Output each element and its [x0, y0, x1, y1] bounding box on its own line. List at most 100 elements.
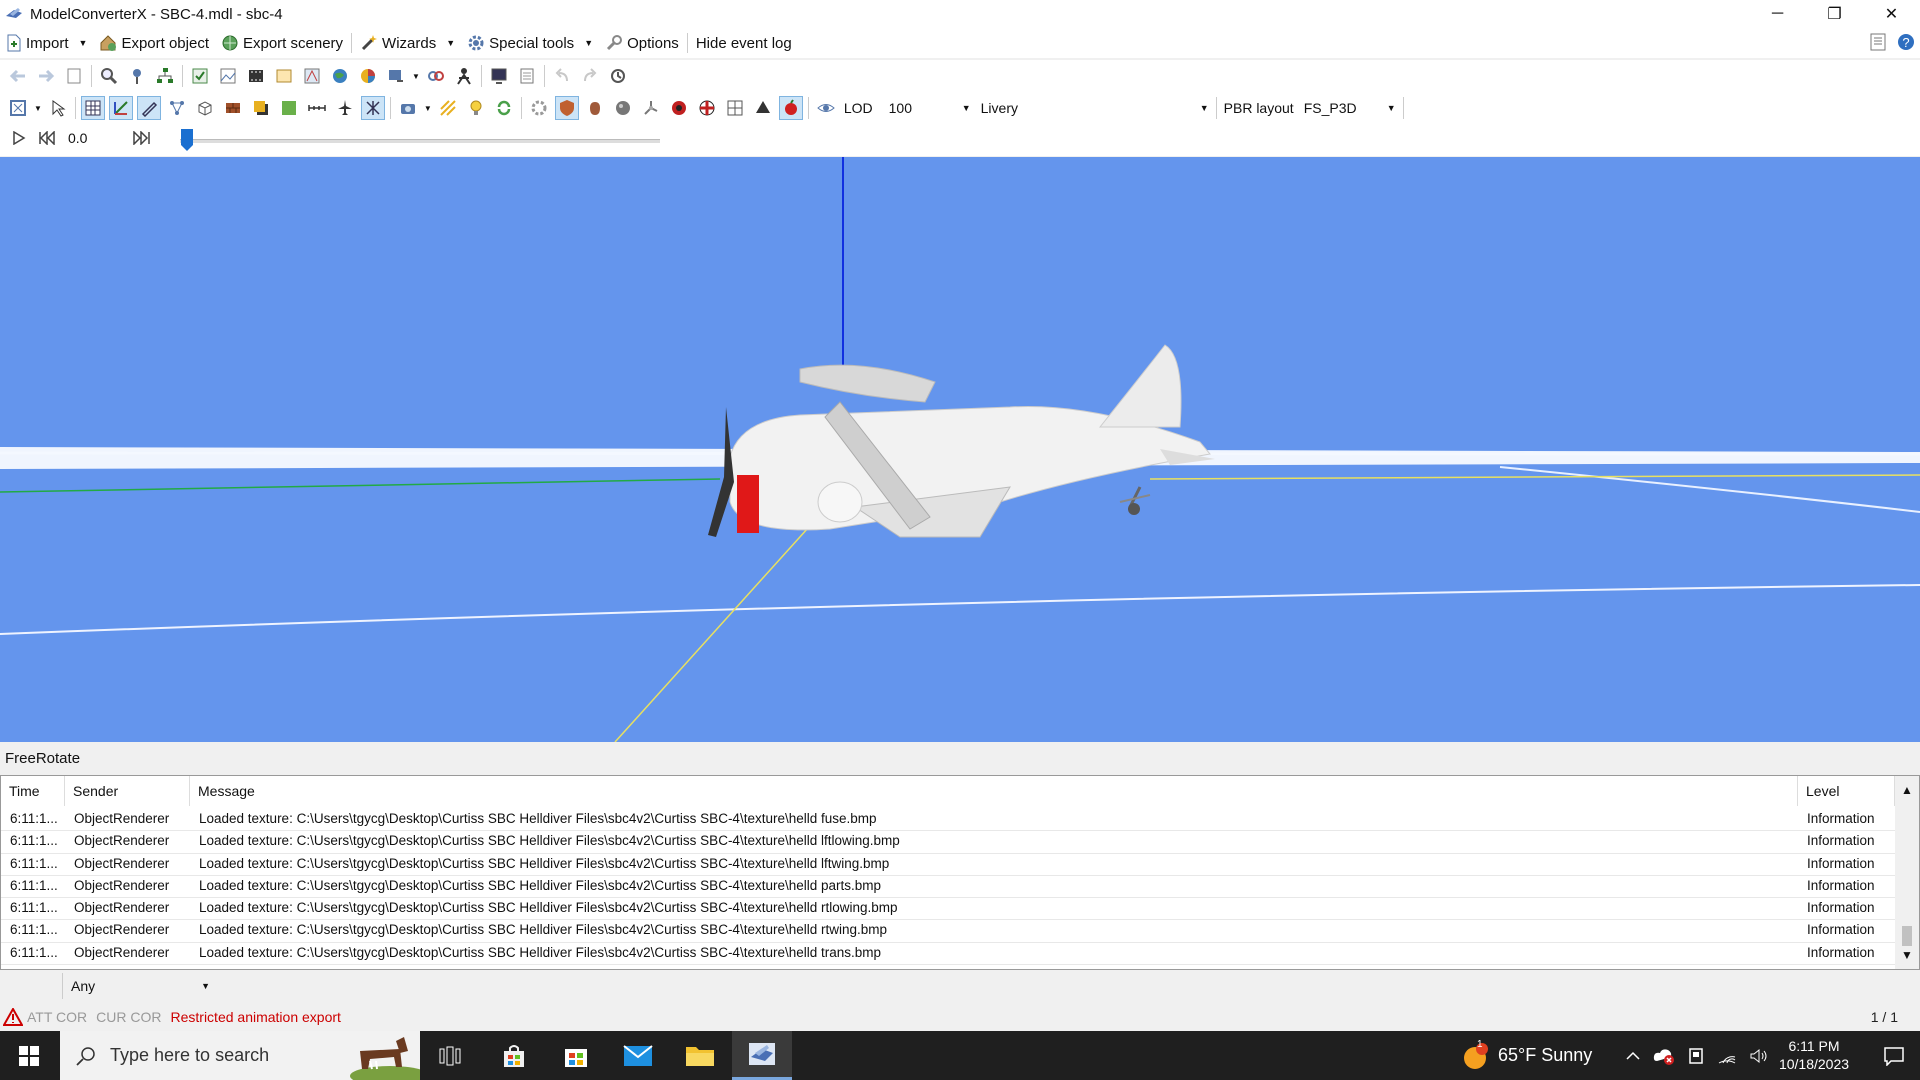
table-row[interactable]: 6:11:1... ObjectRenderer Loaded texture: C… — [1, 898, 1895, 921]
film-button[interactable] — [244, 64, 268, 88]
texture-button[interactable] — [216, 64, 240, 88]
taskbar-microsoft-store[interactable] — [546, 1031, 606, 1080]
export-object-button[interactable]: Export object — [93, 30, 215, 56]
taskbar-clock[interactable]: 6:11 PM 10/18/2023 — [1764, 1037, 1864, 1073]
animation-slider-thumb[interactable] — [180, 128, 194, 152]
back-button[interactable] — [6, 64, 30, 88]
redo-button[interactable] — [578, 64, 602, 88]
close-button[interactable]: ✕ — [1863, 0, 1920, 28]
nodes-button[interactable] — [165, 96, 189, 120]
xray-toggle[interactable] — [360, 96, 385, 120]
aircraft-button[interactable] — [333, 96, 357, 120]
bones-button[interactable] — [639, 96, 663, 120]
document-button[interactable] — [62, 64, 86, 88]
column-header-sender[interactable]: Sender — [65, 776, 190, 806]
help-icon[interactable]: ? — [1896, 32, 1916, 52]
cloud-sync-icon[interactable] — [1653, 1047, 1675, 1065]
pin-button[interactable] — [125, 64, 149, 88]
taskbar-modelconverterx[interactable] — [732, 1031, 792, 1080]
visibility-button[interactable] — [814, 96, 838, 120]
properties-button[interactable] — [515, 64, 539, 88]
export-scenery-button[interactable]: Export scenery — [215, 30, 349, 56]
scroll-thumb[interactable] — [1902, 926, 1912, 946]
light-rays-button[interactable] — [436, 96, 460, 120]
sphere-button[interactable] — [611, 96, 635, 120]
hide-event-log-button[interactable]: Hide event log — [690, 30, 798, 56]
taskbar-mail[interactable] — [608, 1031, 668, 1080]
wizards-menu[interactable]: Wizards ▼ — [354, 30, 461, 56]
link-button[interactable] — [424, 64, 448, 88]
chevron-down-icon[interactable]: ▼ — [412, 72, 420, 81]
cycle-button[interactable] — [492, 96, 516, 120]
table-row[interactable]: 6:11:1... ObjectRenderer Loaded texture: C… — [1, 809, 1895, 832]
3d-viewport[interactable] — [0, 157, 1920, 742]
weather-widget[interactable]: 1 65°F Sunny — [1460, 1031, 1592, 1080]
ground-toggle[interactable] — [277, 96, 301, 120]
shadow-toggle[interactable] — [249, 96, 273, 120]
texture-toggle[interactable] — [221, 96, 245, 120]
box-button[interactable] — [193, 96, 217, 120]
render-toggle[interactable] — [778, 96, 803, 120]
hierarchy-button[interactable] — [153, 64, 177, 88]
wifi-icon[interactable] — [1717, 1047, 1737, 1065]
export-image-button[interactable] — [384, 64, 408, 88]
restore-button[interactable]: ❐ — [1806, 0, 1863, 28]
chevron-down-icon[interactable]: ▼ — [34, 104, 42, 113]
taskbar-search[interactable]: Type here to search — [60, 1031, 420, 1080]
table-row[interactable]: 6:11:1... ObjectRenderer Loaded texture: C… — [1, 831, 1895, 854]
taskbar-app-store-bag[interactable] — [484, 1031, 544, 1080]
column-header-message[interactable]: Message — [190, 776, 1798, 806]
column-header-level[interactable]: Level — [1798, 776, 1895, 806]
person-button[interactable] — [452, 64, 476, 88]
uv-grid-button[interactable] — [723, 96, 747, 120]
material-button[interactable] — [188, 64, 212, 88]
chevron-up-icon[interactable] — [1625, 1048, 1641, 1064]
fast-forward-icon[interactable] — [132, 131, 152, 145]
column-header-time[interactable]: Time — [1, 776, 65, 806]
camera-button[interactable] — [396, 96, 420, 120]
zoom-button[interactable] — [97, 64, 121, 88]
chevron-down-icon[interactable]: ▼ — [424, 104, 432, 113]
play-icon[interactable] — [12, 131, 26, 145]
device-icon[interactable] — [1687, 1047, 1705, 1065]
forward-button[interactable] — [34, 64, 58, 88]
options-button[interactable]: Options — [599, 30, 685, 56]
select-button[interactable] — [46, 96, 70, 120]
shield-toggle[interactable] — [554, 96, 579, 120]
level-filter-select[interactable]: Any ▼ — [62, 973, 218, 999]
axis-toggle[interactable] — [108, 96, 133, 120]
lod-select[interactable]: 100 ▼ — [885, 97, 975, 119]
hand-button[interactable] — [583, 96, 607, 120]
table-row[interactable]: 6:11:1... ObjectRenderer Loaded texture: C… — [1, 854, 1895, 876]
light-button[interactable] — [464, 96, 488, 120]
rewind-icon[interactable] — [38, 131, 56, 145]
minimize-button[interactable]: ─ — [1749, 0, 1806, 28]
checker-button[interactable] — [695, 96, 719, 120]
measure-button[interactable] — [305, 96, 329, 120]
event-log-scrollbar[interactable]: ▲ ▼ — [1895, 776, 1919, 969]
grid-toggle[interactable] — [80, 96, 105, 120]
import-menu[interactable]: Import ▼ — [0, 30, 93, 56]
settings-button[interactable] — [527, 96, 551, 120]
image-button[interactable] — [272, 64, 296, 88]
animation-time-value[interactable]: 0.0 — [68, 130, 120, 146]
pbr-layout-select[interactable]: FS_P3D ▼ — [1300, 97, 1400, 119]
table-row[interactable]: 6:11:1... ObjectRenderer Loaded texture: C… — [1, 920, 1895, 943]
livery-select[interactable]: Livery ▼ — [977, 97, 1213, 119]
fit-view-button[interactable] — [6, 96, 30, 120]
map-button[interactable] — [300, 64, 324, 88]
animation-slider-track[interactable] — [180, 139, 660, 143]
shape-button[interactable] — [751, 96, 775, 120]
monitor-button[interactable] — [487, 64, 511, 88]
special-tools-menu[interactable]: Special tools ▼ — [461, 30, 599, 56]
table-row[interactable]: 6:11:1... ObjectRenderer Loaded texture: C… — [1, 943, 1895, 966]
table-row[interactable]: 6:11:1... ObjectRenderer Loaded texture: C… — [1, 876, 1895, 899]
collision-button[interactable] — [667, 96, 691, 120]
task-view-button[interactable] — [420, 1031, 480, 1080]
scroll-down-icon[interactable]: ▼ — [1895, 945, 1919, 965]
refresh-button[interactable] — [606, 64, 630, 88]
notification-center-button[interactable] — [1868, 1031, 1920, 1080]
globe-button[interactable] — [328, 64, 352, 88]
undo-button[interactable] — [550, 64, 574, 88]
taskbar-file-explorer[interactable] — [670, 1031, 730, 1080]
